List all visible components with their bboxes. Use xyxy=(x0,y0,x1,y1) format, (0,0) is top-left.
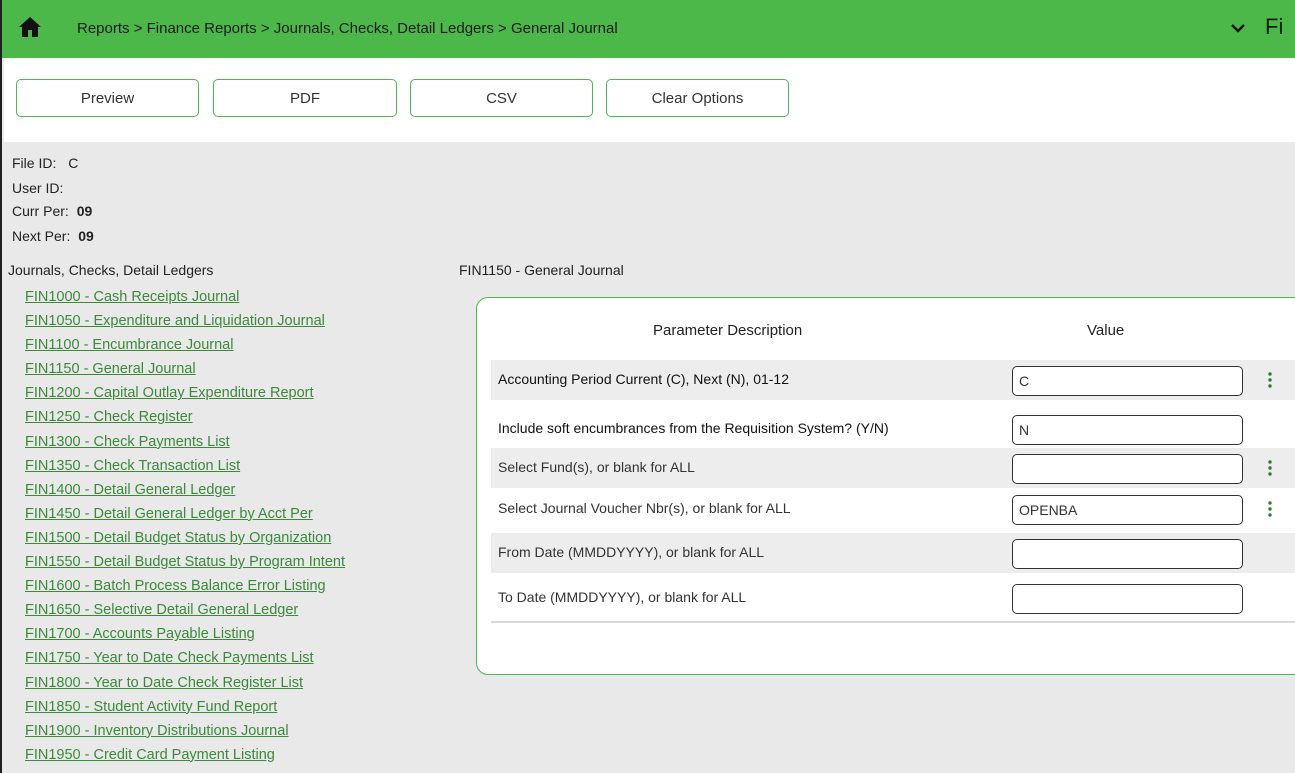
panel-divider xyxy=(491,621,1295,623)
curr-per-value: 09 xyxy=(76,203,93,219)
report-link[interactable]: FIN1900 - Inventory Distributions Journa… xyxy=(25,723,289,739)
list-item: FIN1850 - Student Activity Fund Report xyxy=(25,696,345,720)
chevron-down-icon[interactable] xyxy=(1229,19,1247,37)
report-link[interactable]: FIN1600 - Batch Process Balance Error Li… xyxy=(25,578,326,594)
parameter-value-input[interactable] xyxy=(1012,495,1243,525)
list-item: FIN1050 - Expenditure and Liquidation Jo… xyxy=(25,310,345,334)
report-link[interactable]: FIN1050 - Expenditure and Liquidation Jo… xyxy=(25,313,325,329)
report-link[interactable]: FIN1550 - Detail Budget Status by Progra… xyxy=(25,554,345,570)
report-link[interactable]: FIN1000 - Cash Receipts Journal xyxy=(25,289,239,305)
list-item: FIN1250 - Check Register xyxy=(25,406,345,430)
file-id-value: C xyxy=(68,155,79,171)
list-item: FIN1650 - Selective Detail General Ledge… xyxy=(25,599,345,623)
kebab-icon[interactable] xyxy=(1267,501,1273,517)
list-item: FIN1200 - Capital Outlay Expenditure Rep… xyxy=(25,382,345,406)
curr-per-row: Curr Per: 09 xyxy=(12,203,92,219)
csv-button[interactable]: CSV xyxy=(410,79,593,117)
list-item: FIN1500 - Detail Budget Status by Organi… xyxy=(25,527,345,551)
report-link[interactable]: FIN1100 - Encumbrance Journal xyxy=(25,337,233,353)
parameter-value-input[interactable] xyxy=(1012,415,1243,445)
col-header-value: Value xyxy=(1087,322,1125,339)
report-link[interactable]: FIN1950 - Credit Card Payment Listing xyxy=(25,747,275,763)
list-item: FIN1400 - Detail General Ledger xyxy=(25,479,345,503)
parameter-row: Select Fund(s), or blank for ALL xyxy=(491,448,1295,488)
parameter-value-input[interactable] xyxy=(1012,454,1243,484)
home-icon[interactable] xyxy=(18,15,42,39)
list-item: FIN1700 - Accounts Payable Listing xyxy=(25,623,345,647)
parameter-label: From Date (MMDDYYYY), or blank for ALL xyxy=(498,544,765,560)
preview-button[interactable]: Preview xyxy=(16,79,199,117)
parameter-panel-title: FIN1150 - General Journal xyxy=(459,262,624,278)
parameter-value-input[interactable] xyxy=(1012,539,1243,569)
list-item: FIN1100 - Encumbrance Journal xyxy=(25,334,345,358)
parameter-row: To Date (MMDDYYYY), or blank for ALL xyxy=(491,578,1295,618)
report-link[interactable]: FIN1800 - Year to Date Check Register Li… xyxy=(25,675,303,691)
parameter-label: To Date (MMDDYYYY), or blank for ALL xyxy=(498,589,747,605)
list-item: FIN1350 - Check Transaction List xyxy=(25,455,345,479)
report-link[interactable]: FIN1200 - Capital Outlay Expenditure Rep… xyxy=(25,385,314,401)
kebab-icon[interactable] xyxy=(1267,372,1273,388)
parameter-label: Include soft encumbrances from the Requi… xyxy=(498,420,889,436)
file-id-label: File ID: xyxy=(12,155,57,171)
parameter-row: From Date (MMDDYYYY), or blank for ALL xyxy=(491,533,1295,573)
next-per-row: Next Per: 09 xyxy=(12,228,94,244)
parameter-value-input[interactable] xyxy=(1012,366,1243,396)
file-id-row: File ID: C xyxy=(12,155,78,171)
parameter-label: Select Journal Voucher Nbr(s), or blank … xyxy=(498,500,791,516)
list-item: FIN1750 - Year to Date Check Payments Li… xyxy=(25,647,345,671)
breadcrumb: Reports > Finance Reports > Journals, Ch… xyxy=(77,20,618,37)
report-toolbar: Preview PDF CSV Clear Options xyxy=(4,58,1295,142)
report-link[interactable]: FIN1350 - Check Transaction List xyxy=(25,458,240,474)
list-item: FIN1950 - Credit Card Payment Listing xyxy=(25,744,345,768)
list-item: FIN1600 - Batch Process Balance Error Li… xyxy=(25,575,345,599)
pdf-button[interactable]: PDF xyxy=(213,79,397,117)
parameter-value-input[interactable] xyxy=(1012,584,1243,614)
list-item: FIN1000 - Cash Receipts Journal xyxy=(25,286,345,310)
parameter-row: Include soft encumbrances from the Requi… xyxy=(491,409,1295,449)
list-item: FIN1800 - Year to Date Check Register Li… xyxy=(25,672,345,696)
list-item: FIN1900 - Inventory Distributions Journa… xyxy=(25,720,345,744)
parameter-panel: Parameter Description Value Accounting P… xyxy=(476,297,1295,675)
parameter-label: Accounting Period Current (C), Next (N),… xyxy=(498,371,789,387)
report-link[interactable]: FIN1750 - Year to Date Check Payments Li… xyxy=(25,650,314,666)
list-item: FIN1150 - General Journal xyxy=(25,358,345,382)
curr-per-label: Curr Per: xyxy=(12,203,69,219)
parameter-row: Select Journal Voucher Nbr(s), or blank … xyxy=(491,489,1295,529)
report-link[interactable]: FIN1150 - General Journal xyxy=(25,361,196,377)
clear-options-button[interactable]: Clear Options xyxy=(606,79,789,117)
parameter-row: Accounting Period Current (C), Next (N),… xyxy=(491,360,1295,400)
parameter-label: Select Fund(s), or blank for ALL xyxy=(498,459,695,475)
report-link[interactable]: FIN1250 - Check Register xyxy=(25,409,193,425)
report-link[interactable]: FIN1850 - Student Activity Fund Report xyxy=(25,699,277,715)
report-link[interactable]: FIN1650 - Selective Detail General Ledge… xyxy=(25,602,298,618)
col-header-description: Parameter Description xyxy=(653,322,803,339)
module-label: Fi xyxy=(1265,14,1284,39)
next-per-label: Next Per: xyxy=(12,228,71,244)
top-nav-bar: Reports > Finance Reports > Journals, Ch… xyxy=(2,0,1295,58)
next-per-value: 09 xyxy=(78,228,94,244)
report-link[interactable]: FIN1450 - Detail General Ledger by Acct … xyxy=(25,506,313,522)
list-item: FIN1550 - Detail Budget Status by Progra… xyxy=(25,551,345,575)
report-list-title: Journals, Checks, Detail Ledgers xyxy=(8,262,214,278)
report-link[interactable]: FIN1300 - Check Payments List xyxy=(25,434,230,450)
user-id-row: User ID: xyxy=(12,180,63,196)
app-frame: Reports > Finance Reports > Journals, Ch… xyxy=(0,0,1295,773)
user-id-label: User ID: xyxy=(12,180,64,196)
report-link[interactable]: FIN1700 - Accounts Payable Listing xyxy=(25,626,255,642)
kebab-icon[interactable] xyxy=(1267,460,1273,476)
list-item: FIN1300 - Check Payments List xyxy=(25,431,345,455)
list-item: FIN1450 - Detail General Ledger by Acct … xyxy=(25,503,345,527)
report-list: FIN1000 - Cash Receipts Journal FIN1050 -… xyxy=(25,286,345,768)
report-link[interactable]: FIN1400 - Detail General Ledger xyxy=(25,482,235,498)
report-link[interactable]: FIN1500 - Detail Budget Status by Organi… xyxy=(25,530,331,546)
